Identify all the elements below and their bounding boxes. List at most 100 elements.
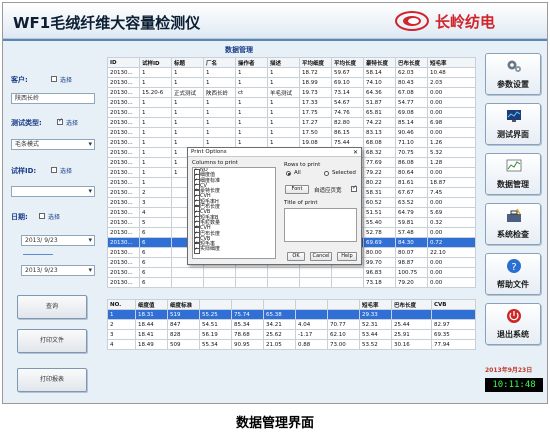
column-header[interactable]: 操作者 [235,57,268,68]
table-cell: 19.73 [299,87,332,98]
table-row[interactable]: 2 18.44 847 54.51 85.34 34.21 4.04 70.77 52.31 25… [107,319,476,330]
help-button[interactable]: Help [337,252,357,261]
table-cell: 5.32 [427,147,476,158]
column-header[interactable]: 短毛率 [359,299,392,310]
customer-field[interactable]: 陕西长岭 [11,93,95,104]
rows-selected-radio[interactable] [324,171,329,176]
table-cell: 20130... [107,197,140,208]
help-file-button[interactable]: ? 帮助文件 [485,253,541,295]
columns-list[interactable]: NO细度值细度标准CV豪特长度CVH短毛率H巴布长度CVB短毛率B毛粒数量CVH… [192,167,276,259]
table-row[interactable]: 20130... 1 1 1 1 1 18.99 69.10 74.10 80.43 2.03 [107,77,476,88]
test-screen-button[interactable]: 测试界面 [485,103,541,145]
table-cell: 20130... [107,267,140,278]
column-header[interactable]: CVB [431,299,476,310]
table-cell: 1 [203,127,236,138]
current-date: 2013年9月23日 [485,367,533,374]
column-header[interactable] [263,299,296,310]
table-row[interactable]: 20130... 6 96.83 100.75 0.00 [107,267,476,278]
table-cell: 77.94 [431,339,476,350]
table-cell: 57.48 [395,227,428,238]
table-cell: 20130... [107,217,140,228]
table-cell: 1 [267,117,300,128]
table-row[interactable]: 20130... 1 1 1 1 1 17.27 82.80 74.22 85.14 6.98 [107,117,476,128]
params-settings-button[interactable]: 参数设置 [485,53,541,95]
rows-all-radio[interactable] [286,171,291,176]
print-title-input[interactable] [284,208,357,242]
column-header[interactable]: 巴布长度 [391,299,432,310]
table-cell: 5 [139,217,172,228]
gears-icon [507,60,521,72]
print-file-button[interactable]: 打印文件 [17,329,87,353]
close-icon[interactable]: ✕ [353,148,358,157]
exit-system-button[interactable]: 退出系统 [485,303,541,345]
sample-id-select[interactable] [11,186,95,197]
table-row[interactable]: 20130... 1 1 1 1 1 17.50 86.15 83.13 90.46 0.00 [107,127,476,138]
table-cell: 54.51 [199,319,232,330]
column-header[interactable]: 细度值 [135,299,168,310]
table-cell: 86.08 [395,157,428,168]
table-cell: 18.41 [135,329,168,340]
print-report-button[interactable]: 打印报表 [17,368,87,392]
column-header[interactable]: NO. [107,299,136,310]
column-header[interactable]: 细度标准 [167,299,200,310]
table-cell: 509 [167,339,200,350]
ok-button[interactable]: OK [287,252,305,261]
table-row[interactable]: 20130... 6 73.18 79.20 0.00 [107,277,476,288]
table-cell: 0.00 [427,107,476,118]
system-check-button[interactable]: 系统检查 [485,203,541,245]
table-cell: 1 [171,67,204,78]
column-header[interactable]: 试样ID [139,57,172,68]
column-header[interactable]: 厂名 [203,57,236,68]
column-header[interactable]: 巴布长度 [395,57,428,68]
date-separator [23,254,53,255]
detail-table[interactable]: NO. 细度值 细度标准 短毛率 巴布长度 CVB 1 18.31 519 55.25 75.74… [107,299,476,350]
column-header[interactable]: 平均长度 [331,57,364,68]
date-checkbox[interactable] [39,213,45,219]
table-cell: 68.08 [363,137,396,148]
table-cell: 陕西长岭 [203,87,236,98]
customer-checkbox[interactable] [51,76,57,82]
table-cell: 82.97 [431,319,476,330]
data-management-button[interactable]: 数据管理 [485,153,541,195]
date-from-field[interactable]: 2013/ 9/23 [21,235,95,246]
column-header[interactable] [327,299,360,310]
data-area: 数据管理 ID 试样ID 标题 厂名 操作者 描述 平均细度 平均长度 豪特长度 巴布长度 短毛率 … [107,41,476,397]
query-button[interactable]: 查询 [17,295,87,319]
column-option[interactable]: 实际细度 [193,247,275,255]
mode-checkbox[interactable] [57,117,63,125]
table-cell: 85.14 [395,117,428,128]
table-row[interactable]: 20130... 1 1 1 1 1 17.33 54.67 51.87 54.77 0.00 [107,97,476,108]
column-header[interactable] [295,299,328,310]
table-row[interactable]: 1 18.31 519 55.25 75.74 65.38 29.33 [107,309,476,320]
column-header[interactable] [231,299,264,310]
column-header[interactable]: 描述 [267,57,300,68]
column-header[interactable]: 豪特长度 [363,57,396,68]
table-cell: 1 [171,77,204,88]
table-cell [391,309,432,320]
column-header[interactable]: 平均细度 [299,57,332,68]
chart-icon [506,159,522,172]
font-button[interactable]: Font [285,185,309,194]
table-row[interactable]: 20130... 15.20-6 正式测试 陕西长岭 ct 羊毛测试 19.73 73.14 6… [107,87,476,98]
table-cell: 0.00 [427,267,476,278]
cancel-button[interactable]: Cancel [310,252,332,261]
sample-id-checkbox[interactable] [51,167,57,173]
date-to-field[interactable]: 2013/ 9/23 [21,265,95,276]
table-row[interactable]: 20130... 1 1 1 1 1 18.72 59.67 58.14 62.03 10.48 [107,67,476,78]
auto-fit-checkbox[interactable] [351,184,357,192]
column-header[interactable] [199,299,232,310]
table-row[interactable]: 3 18.41 828 56.19 78.68 25.62 -1.17 62.10 53.44 2… [107,329,476,340]
column-header[interactable]: 短毛率 [427,57,476,68]
table-cell: 25.91 [391,329,432,340]
column-header[interactable]: ID [107,57,140,68]
table-cell: 6 [139,267,172,278]
column-header[interactable]: 标题 [171,57,204,68]
table-row[interactable]: 20130... 1 1 1 1 1 19.08 75.44 68.08 71.10 1.26 [107,137,476,148]
table-row[interactable]: 20130... 1 1 1 1 1 17.75 74.76 65.81 69.08 0.00 [107,107,476,118]
table-cell: 1 [267,107,300,118]
table-cell [299,267,332,278]
mode-select[interactable]: 毛条模式 [11,139,95,150]
table-cell [331,267,364,278]
table-row[interactable]: 4 18.49 509 55.34 90.95 21.05 0.88 73.00 53.52 30… [107,339,476,350]
table-cell: 58.14 [363,67,396,78]
